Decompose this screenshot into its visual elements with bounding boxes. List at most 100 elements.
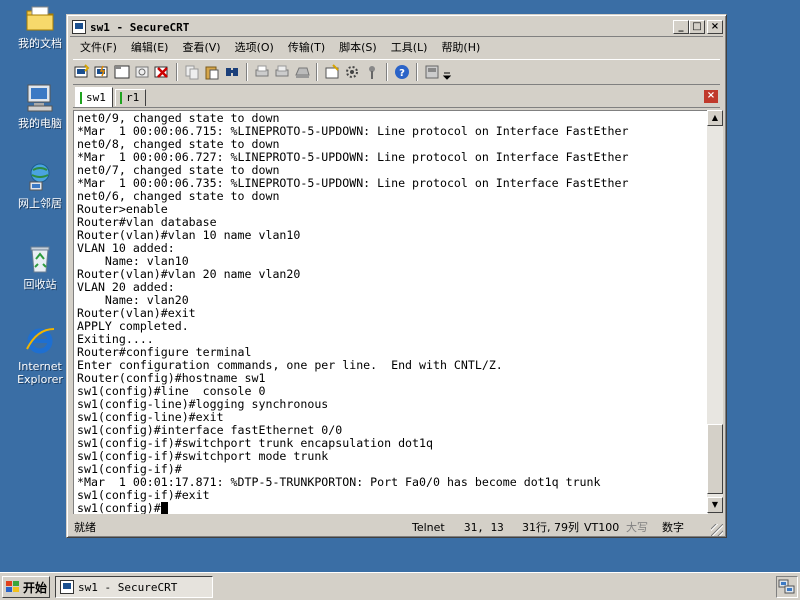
tab-sw1[interactable]: sw1	[75, 87, 113, 107]
toolbar-separator	[176, 63, 178, 81]
status-ready: 就绪	[74, 521, 96, 534]
start-button[interactable]: 开始	[2, 576, 50, 598]
sftp-icon[interactable]	[423, 63, 441, 81]
terminal-line: Router(vlan)#exit	[77, 306, 196, 320]
disconnect-icon[interactable]	[153, 63, 171, 81]
session-options-icon[interactable]	[323, 63, 341, 81]
menu-help[interactable]: 帮助(H)	[434, 39, 487, 55]
securecrt-app-icon	[60, 580, 74, 594]
session-status-led	[120, 92, 122, 104]
terminal-line: *Mar 1 00:00:06.727: %LINEPROTO-5-UPDOWN…	[77, 150, 629, 164]
menu-options[interactable]: 选项(O)	[228, 39, 281, 55]
status-bar: 就绪 Telnet 31, 13 31行, 79列 VT100 大写 数字	[70, 518, 723, 536]
terminal-output[interactable]: net0/9, changed state to down *Mar 1 00:…	[73, 110, 708, 514]
network-status-icon[interactable]	[777, 577, 797, 597]
print-icon[interactable]	[253, 63, 271, 81]
keymap-icon[interactable]	[363, 63, 381, 81]
menu-tools[interactable]: 工具(L)	[384, 39, 435, 55]
taskbar-button-securecrt[interactable]: sw1 - SecureCRT	[55, 576, 213, 598]
my-documents-icon	[24, 2, 56, 34]
resize-grip[interactable]	[711, 524, 723, 536]
terminal-line: Router(vlan)#vlan 20 name vlan20	[77, 267, 301, 281]
desktop-icon-label: 回收站	[23, 278, 57, 291]
session-tabs: sw1 r1 ×	[73, 87, 720, 108]
tab-label: r1	[126, 91, 140, 104]
find-icon[interactable]	[223, 63, 241, 81]
vertical-scrollbar[interactable]: ▲ ▼	[707, 110, 723, 513]
connect-in-tab-icon[interactable]	[113, 63, 131, 81]
session-status-led	[80, 91, 82, 104]
terminal-line: sw1(config)#line console 0	[77, 384, 266, 398]
terminal-line: Router(config)#hostname sw1	[77, 371, 266, 385]
global-options-icon[interactable]	[343, 63, 361, 81]
status-num-lock: 数字	[662, 521, 684, 534]
terminal-line: VLAN 20 added:	[77, 280, 175, 294]
status-terminal-size: 31行, 79列	[522, 521, 579, 534]
terminal-line: sw1(config-if)#switchport mode trunk	[77, 449, 329, 463]
close-tab-button[interactable]: ×	[704, 90, 718, 103]
taskbar: 开始 sw1 - SecureCRT	[0, 572, 800, 600]
desktop-icon-internet-explorer[interactable]: Internet Explorer	[8, 325, 72, 386]
copy-icon[interactable]	[183, 63, 201, 81]
tab-r1[interactable]: r1	[115, 89, 147, 106]
reconnect-icon[interactable]	[133, 63, 151, 81]
tab-label: sw1	[86, 90, 106, 104]
scroll-up-button[interactable]: ▲	[707, 110, 723, 126]
connect-icon[interactable]	[73, 63, 91, 81]
svg-text:?: ?	[399, 68, 405, 79]
terminal-line: sw1(config-line)#logging synchronous	[77, 397, 329, 411]
terminal-line: VLAN 10 added:	[77, 241, 175, 255]
desktop-icon-network-places[interactable]: 网上邻居	[8, 162, 72, 210]
menu-edit[interactable]: 编辑(E)	[124, 39, 176, 55]
terminal-line: Router>enable	[77, 202, 168, 216]
print-selection-icon[interactable]	[273, 63, 291, 81]
toolbar-separator	[386, 63, 388, 81]
menu-view[interactable]: 查看(V)	[175, 39, 227, 55]
network-places-icon	[24, 162, 56, 194]
terminal-line: Router(vlan)#vlan 10 name vlan10	[77, 228, 301, 242]
securecrt-app-icon[interactable]	[72, 20, 86, 34]
terminal-cursor	[160, 502, 168, 514]
close-button[interactable]: ×	[707, 20, 723, 34]
terminal-line: sw1(config-if)#	[77, 462, 182, 476]
terminal-line: sw1(config)#interface fastEthernet 0/0	[77, 423, 343, 437]
desktop-icon-recycle-bin[interactable]: 回收站	[8, 243, 72, 291]
help-icon[interactable]: ?	[393, 63, 411, 81]
terminal-line: net0/6, changed state to down	[77, 189, 280, 203]
start-label: 开始	[23, 580, 48, 595]
scroll-thumb[interactable]	[707, 424, 723, 494]
terminal-text: net0/9, changed state to down *Mar 1 00:…	[74, 111, 708, 514]
quick-connect-icon[interactable]	[93, 63, 111, 81]
terminal-line: Enter configuration commands, one per li…	[77, 358, 503, 372]
menu-script[interactable]: 脚本(S)	[332, 39, 384, 55]
terminal-line: Name: vlan20	[77, 293, 189, 307]
toolbar-overflow-icon[interactable]	[442, 63, 452, 81]
terminal-line: sw1(config)#	[77, 501, 161, 515]
status-cursor-position: 31, 13	[464, 520, 504, 534]
securecrt-window: sw1 - SecureCRT _ □ × 文件(F) 编辑(E) 查看(V) …	[66, 14, 727, 538]
desktop-icon-my-computer[interactable]: 我的电脑	[8, 82, 72, 130]
desktop-icon-label: Internet Explorer	[17, 360, 63, 386]
toolbar: ?	[73, 59, 720, 85]
terminal-line: APPLY completed.	[77, 319, 189, 333]
title-bar[interactable]: sw1 - SecureCRT _ □ ×	[70, 18, 723, 37]
terminal-line: net0/8, changed state to down	[77, 137, 280, 151]
scroll-down-button[interactable]: ▼	[707, 497, 723, 513]
internet-explorer-icon	[24, 325, 56, 357]
printer-icon[interactable]	[293, 63, 311, 81]
menu-file[interactable]: 文件(F)	[73, 39, 124, 55]
terminal-line: sw1(config-if)#exit	[77, 488, 210, 502]
menu-transfer[interactable]: 传输(T)	[281, 39, 332, 55]
paste-icon[interactable]	[203, 63, 221, 81]
toolbar-separator	[316, 63, 318, 81]
system-tray	[776, 576, 798, 598]
status-caps-lock: 大写	[626, 521, 648, 534]
desktop-icon-my-documents[interactable]: 我的文档	[8, 2, 72, 50]
maximize-button[interactable]: □	[689, 20, 705, 34]
taskbar-button-label: sw1 - SecureCRT	[78, 580, 178, 594]
terminal-line: Router#vlan database	[77, 215, 217, 229]
desktop-icon-label: 我的电脑	[18, 117, 62, 130]
minimize-button[interactable]: _	[673, 20, 689, 34]
terminal-line: *Mar 1 00:00:06.735: %LINEPROTO-5-UPDOWN…	[77, 176, 629, 190]
window-title: sw1 - SecureCRT	[90, 20, 190, 34]
